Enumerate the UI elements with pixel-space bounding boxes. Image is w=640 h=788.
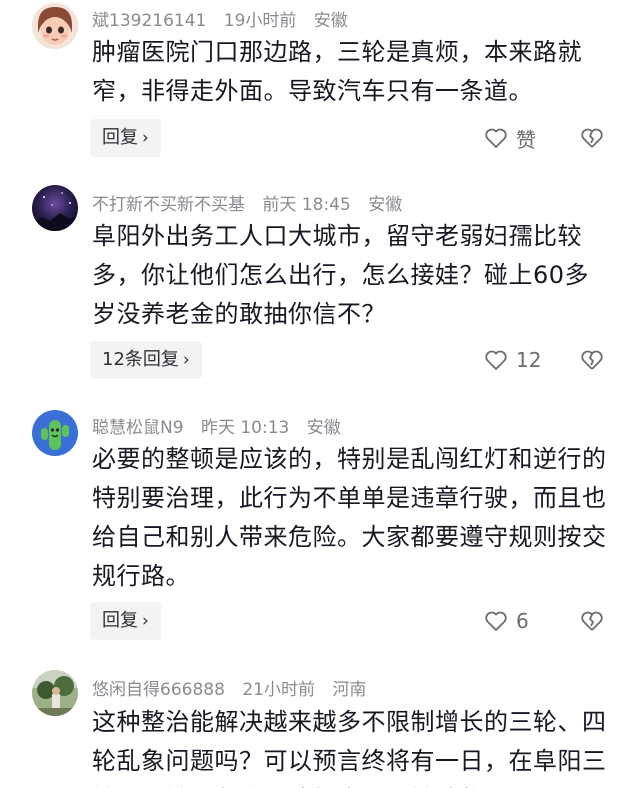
reply-label: 回复 [102, 127, 138, 148]
reply-label: 回复 [102, 610, 138, 631]
username[interactable]: 不打新不买新不买基 [92, 195, 245, 215]
broken-heart-icon [581, 350, 603, 370]
cactus-avatar-icon [32, 410, 78, 456]
user-avatar[interactable] [32, 3, 78, 49]
timestamp: 前天 18:45 [262, 195, 351, 215]
username[interactable]: 斌139216141 [92, 11, 206, 31]
location: 安徽 [306, 418, 341, 438]
dislike-button[interactable] [580, 341, 604, 379]
username[interactable]: 悠闲自得666888 [92, 680, 225, 700]
chevron-right-icon: › [182, 350, 190, 370]
chevron-right-icon: › [142, 128, 149, 148]
location: 河南 [332, 680, 367, 700]
heart-outline-icon [485, 128, 507, 148]
timestamp: 19小时前 [223, 11, 297, 31]
like-button[interactable]: 6 [484, 602, 529, 640]
timestamp: 21小时前 [242, 680, 315, 700]
broken-heart-icon [581, 128, 603, 148]
dislike-button[interactable] [580, 119, 604, 157]
user-avatar[interactable] [32, 670, 78, 716]
heart-outline-icon [485, 611, 507, 631]
like-count: 12 [516, 348, 542, 372]
comment-text: 肿瘤医院门口那边路，三轮是真烦，本来路就窄，非得走外面。导致汽车只有一条道。 [92, 38, 582, 105]
comment-meta: 斌139216141 19小时前 安徽 [92, 6, 360, 31]
comment-text: 阜阳外出务工人口大城市，留守老弱妇孺比较多，你让他们怎么出行，怎么接娃？碰上60… [92, 222, 590, 328]
username[interactable]: 聪慧松鼠N9 [92, 418, 184, 438]
like-button[interactable]: 12 [484, 341, 541, 379]
reply-button[interactable]: 12条回复 › [90, 341, 202, 379]
dislike-button[interactable] [580, 602, 604, 640]
comment-text: 必要的整顿是应该的，特别是乱闯红灯和逆行的特别要治理，此行为不单单是违章行驶，而… [92, 445, 607, 590]
location: 安徽 [368, 195, 403, 215]
comment-text: 这种整治能解决越来越多不限制增长的三轮、四轮乱象问题吗？可以预言终将有一日，在阜… [92, 708, 607, 788]
comment-meta: 悠闲自得666888 21小时前 河南 [92, 675, 378, 700]
broken-heart-icon [581, 611, 603, 631]
cartoon-girl-avatar-icon [32, 3, 78, 49]
user-avatar[interactable] [32, 185, 78, 231]
like-button[interactable]: 赞 [484, 119, 536, 157]
night-sky-avatar-icon [32, 185, 78, 231]
comment-meta: 不打新不买新不买基 前天 18:45 安徽 [92, 190, 414, 215]
like-count: 赞 [516, 127, 536, 152]
photo-avatar-icon [32, 670, 78, 716]
timestamp: 昨天 10:13 [200, 418, 290, 438]
location: 安徽 [313, 11, 348, 31]
reply-button[interactable]: 回复 › [90, 119, 161, 157]
heart-outline-icon [485, 350, 507, 370]
user-avatar[interactable] [32, 410, 78, 456]
reply-label: 12条回复 [102, 349, 179, 370]
chevron-right-icon: › [142, 611, 149, 631]
like-count: 6 [516, 609, 529, 633]
reply-button[interactable]: 回复 › [90, 602, 161, 640]
comment-meta: 聪慧松鼠N9 昨天 10:13 安徽 [92, 413, 353, 438]
